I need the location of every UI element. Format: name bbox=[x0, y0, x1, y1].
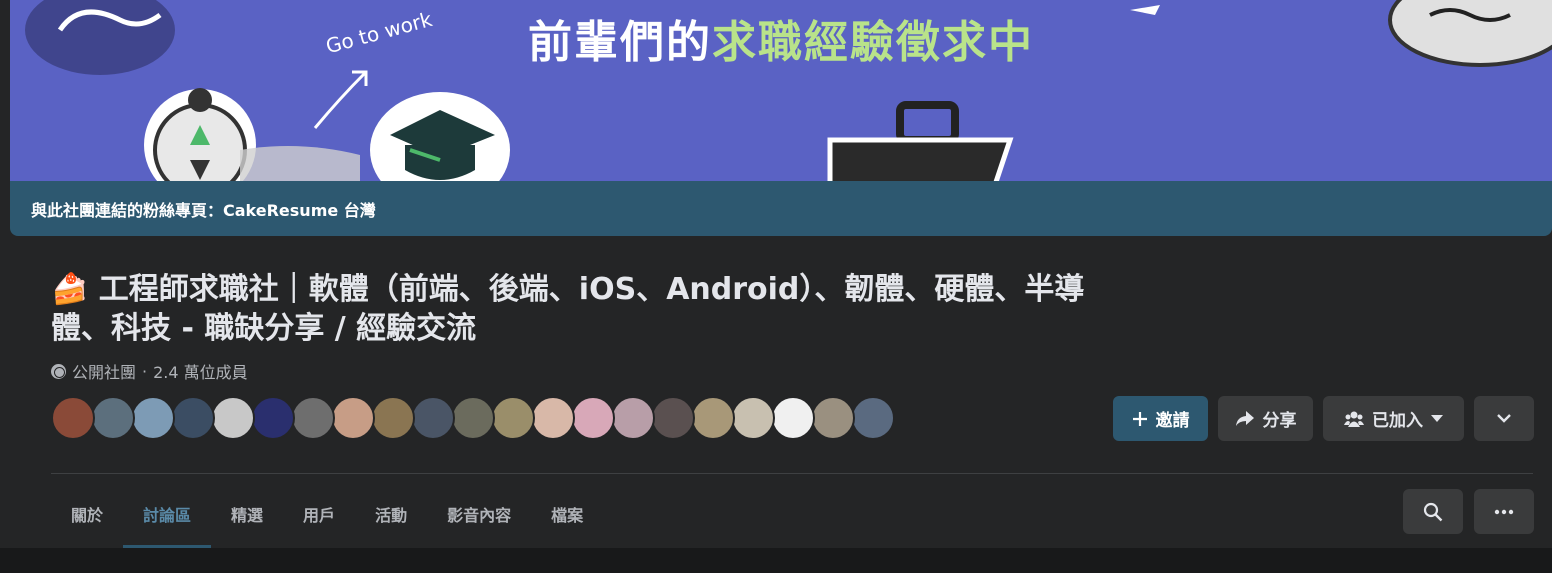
group-tabs: 關於 討論區 精選 用戶 活動 影音內容 檔案 bbox=[51, 480, 603, 548]
tab-discussion[interactable]: 討論區 bbox=[123, 480, 212, 548]
member-avatar[interactable] bbox=[371, 396, 415, 440]
cover-headline-main: 前輩們的 bbox=[528, 17, 712, 68]
member-avatar[interactable] bbox=[811, 396, 855, 440]
group-title[interactable]: 🍰 工程師求職社｜軟體（前端、後端、iOS、Android）、韌體、硬體、半導體… bbox=[51, 270, 1091, 348]
member-avatar[interactable] bbox=[411, 396, 455, 440]
feed-background bbox=[0, 548, 1552, 573]
cover-headline: 前輩們的求職經驗徵求中 bbox=[10, 6, 1552, 70]
joined-button[interactable]: 已加入 bbox=[1323, 396, 1464, 441]
joined-label: 已加入 bbox=[1372, 411, 1423, 431]
more-options-button[interactable] bbox=[1474, 489, 1534, 534]
member-avatar[interactable] bbox=[571, 396, 615, 440]
member-avatar[interactable] bbox=[331, 396, 375, 440]
member-avatar[interactable] bbox=[731, 396, 775, 440]
share-label: 分享 bbox=[1262, 411, 1297, 431]
share-icon bbox=[1235, 410, 1255, 428]
group-members-icon bbox=[1344, 410, 1364, 428]
expand-button[interactable] bbox=[1474, 396, 1534, 441]
header-divider bbox=[51, 473, 1533, 474]
search-icon bbox=[1423, 502, 1443, 522]
globe-icon bbox=[51, 363, 66, 379]
member-avatar[interactable] bbox=[251, 396, 295, 440]
invite-label: 邀請 bbox=[1155, 411, 1190, 431]
group-cover: Go to work 前輩們的求職經驗徵求中 與此社團連結的粉絲專頁：CakeR… bbox=[10, 0, 1552, 236]
cover-headline-highlight: 求職經驗徵求中 bbox=[712, 17, 1034, 68]
linked-page-label[interactable]: 與此社團連結的粉絲專頁：CakeResume 台灣 bbox=[31, 197, 376, 221]
member-avatars bbox=[51, 396, 895, 440]
member-avatar[interactable] bbox=[291, 396, 335, 440]
tab-about[interactable]: 關於 bbox=[51, 480, 123, 548]
tab-events[interactable]: 活動 bbox=[355, 480, 427, 548]
member-avatar[interactable] bbox=[531, 396, 575, 440]
member-count[interactable]: 2.4 萬位成員 bbox=[153, 359, 248, 383]
member-avatar[interactable] bbox=[491, 396, 535, 440]
member-avatar[interactable] bbox=[651, 396, 695, 440]
meta-separator: · bbox=[142, 361, 148, 381]
member-avatar[interactable] bbox=[171, 396, 215, 440]
tab-media[interactable]: 影音內容 bbox=[427, 480, 531, 548]
tab-people[interactable]: 用戶 bbox=[283, 480, 355, 548]
member-avatar[interactable] bbox=[611, 396, 655, 440]
search-button[interactable] bbox=[1403, 489, 1463, 534]
group-meta: 公開社團 · 2.4 萬位成員 bbox=[51, 359, 248, 383]
cover-photo[interactable]: Go to work 前輩們的求職經驗徵求中 bbox=[10, 0, 1552, 181]
tab-featured[interactable]: 精選 bbox=[211, 480, 283, 548]
member-avatar[interactable] bbox=[91, 396, 135, 440]
caret-down-icon bbox=[1431, 414, 1443, 423]
chevron-down-icon bbox=[1497, 414, 1511, 423]
group-privacy[interactable]: 公開社團 bbox=[72, 359, 136, 383]
member-avatar[interactable] bbox=[211, 396, 255, 440]
linked-page-bar[interactable]: 與此社團連結的粉絲專頁：CakeResume 台灣 bbox=[10, 181, 1552, 236]
member-avatar[interactable] bbox=[131, 396, 175, 440]
member-avatar[interactable] bbox=[691, 396, 735, 440]
member-avatar[interactable] bbox=[771, 396, 815, 440]
more-dots-icon bbox=[1494, 509, 1514, 515]
member-avatar[interactable] bbox=[451, 396, 495, 440]
member-avatar[interactable] bbox=[851, 396, 895, 440]
member-avatar[interactable] bbox=[51, 396, 95, 440]
plus-icon bbox=[1132, 411, 1148, 427]
tab-files[interactable]: 檔案 bbox=[531, 480, 603, 548]
share-button[interactable]: 分享 bbox=[1218, 396, 1313, 441]
invite-button[interactable]: 邀請 bbox=[1113, 396, 1208, 441]
